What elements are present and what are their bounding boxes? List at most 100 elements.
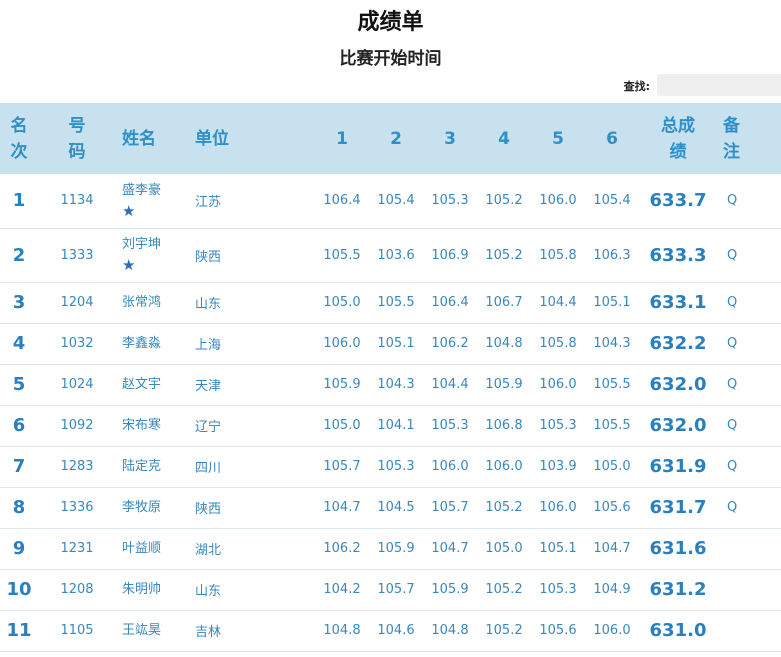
col-header-unit[interactable]: 单位 xyxy=(189,103,315,174)
cell-rank: 1 xyxy=(12,190,26,212)
results-table: 名次 号码 姓名 单位 1 2 3 4 5 6 总成绩 备注 1 1134 盛李豪 ★… xyxy=(0,103,781,652)
athlete-name: 朱明帅 xyxy=(122,581,162,597)
cell-note xyxy=(717,610,781,651)
cell-total: 631.7 xyxy=(649,497,707,518)
cell-unit: 山东 xyxy=(195,297,222,312)
cell-series-6: 104.9 xyxy=(593,582,631,597)
cell-name: 刘宇坤 ★ xyxy=(116,228,189,282)
cell-series-2: 103.6 xyxy=(377,247,415,263)
athlete-name: 张常鸿 xyxy=(122,294,162,310)
table-row: 1 1134 盛李豪 ★ 江苏 106.4 105.4 105.3 105.2 106.0 105.… xyxy=(0,174,781,228)
cell-series-2: 105.1 xyxy=(377,336,415,351)
col-header-series-6[interactable]: 6 xyxy=(585,103,639,174)
col-header-series-1[interactable]: 1 xyxy=(315,103,369,174)
cell-series-5: 103.9 xyxy=(539,459,577,474)
cell-note xyxy=(717,528,781,569)
cell-series-2: 105.3 xyxy=(377,459,415,474)
cell-rank: 3 xyxy=(12,292,26,313)
cell-series-1: 104.7 xyxy=(323,500,361,515)
cell-name: 宋布寒 xyxy=(116,405,189,446)
cell-rank: 9 xyxy=(12,538,26,559)
cell-series-4: 106.0 xyxy=(485,459,523,474)
cell-series-1: 105.9 xyxy=(323,377,361,392)
cell-series-3: 105.7 xyxy=(431,500,469,515)
cell-unit: 山东 xyxy=(195,584,222,599)
cell-name: 王竑昊 xyxy=(116,610,189,651)
col-header-series-3[interactable]: 3 xyxy=(423,103,477,174)
table-header-row: 名次 号码 姓名 单位 1 2 3 4 5 6 总成绩 备注 xyxy=(0,103,781,174)
cell-unit: 陕西 xyxy=(195,502,222,517)
cell-total: 631.0 xyxy=(649,620,707,641)
cell-rank: 11 xyxy=(6,620,32,641)
cell-series-6: 105.0 xyxy=(593,459,631,474)
cell-series-4: 105.0 xyxy=(485,541,523,556)
cell-total: 633.3 xyxy=(649,244,707,266)
cell-series-4: 105.2 xyxy=(485,193,523,209)
cell-name: 李牧原 xyxy=(116,487,189,528)
cell-series-3: 106.0 xyxy=(431,459,469,474)
cell-series-5: 105.1 xyxy=(539,541,577,556)
cell-series-3: 104.8 xyxy=(431,623,469,638)
cell-note: Q xyxy=(727,336,738,351)
cell-series-1: 104.2 xyxy=(323,582,361,597)
cell-series-6: 105.1 xyxy=(593,295,631,310)
cell-number: 1134 xyxy=(60,193,94,209)
cell-name: 李鑫淼 xyxy=(116,323,189,364)
cell-rank: 7 xyxy=(12,456,26,477)
table-row: 5 1024 赵文宇 天津 105.9 104.3 104.4 105.9 106.0 105.5… xyxy=(0,364,781,405)
table-row: 6 1092 宋布寒 辽宁 105.0 104.1 105.3 106.8 105.3 105.5… xyxy=(0,405,781,446)
cell-series-5: 104.4 xyxy=(539,295,577,310)
athlete-name: 陆定克 xyxy=(122,458,162,474)
cell-series-5: 106.0 xyxy=(539,193,577,209)
col-header-series-5[interactable]: 5 xyxy=(531,103,585,174)
page-subtitle: 比赛开始时间 xyxy=(339,49,442,69)
cell-rank: 6 xyxy=(12,415,26,436)
cell-series-4: 105.2 xyxy=(485,623,523,638)
cell-series-5: 105.3 xyxy=(539,582,577,597)
col-header-number[interactable]: 号码 xyxy=(38,103,116,174)
cell-note xyxy=(717,569,781,610)
cell-series-3: 104.4 xyxy=(431,377,469,392)
cell-number: 1204 xyxy=(60,295,94,310)
cell-series-3: 106.4 xyxy=(431,295,469,310)
col-header-series-4[interactable]: 4 xyxy=(477,103,531,174)
col-header-series-2[interactable]: 2 xyxy=(369,103,423,174)
athlete-name: 叶益顺 xyxy=(122,540,162,556)
table-row: 3 1204 张常鸿 山东 105.0 105.5 106.4 106.7 104.4 105.1… xyxy=(0,282,781,323)
cell-series-1: 105.7 xyxy=(323,459,361,474)
cell-series-4: 104.8 xyxy=(485,336,523,351)
table-row: 10 1208 朱明帅 山东 104.2 105.7 105.9 105.2 105.3 104.… xyxy=(0,569,781,610)
cell-number: 1231 xyxy=(60,541,94,556)
cell-note: Q xyxy=(727,247,738,263)
cell-series-3: 105.3 xyxy=(431,193,469,209)
cell-series-5: 105.8 xyxy=(539,336,577,351)
col-header-total[interactable]: 总成绩 xyxy=(639,103,717,174)
cell-series-2: 105.9 xyxy=(377,541,415,556)
table-row: 8 1336 李牧原 陕西 104.7 104.5 105.7 105.2 106.0 105.6… xyxy=(0,487,781,528)
cell-series-1: 106.2 xyxy=(323,541,361,556)
col-header-note[interactable]: 备注 xyxy=(717,103,781,174)
cell-name: 赵文宇 xyxy=(116,364,189,405)
cell-rank: 4 xyxy=(12,333,26,354)
cell-series-2: 104.5 xyxy=(377,500,415,515)
cell-series-6: 105.5 xyxy=(593,377,631,392)
cell-note: Q xyxy=(727,459,738,474)
search-input[interactable] xyxy=(657,74,781,96)
cell-series-5: 105.8 xyxy=(539,247,577,263)
cell-series-3: 105.9 xyxy=(431,582,469,597)
col-header-name[interactable]: 姓名 xyxy=(116,103,189,174)
cell-number: 1105 xyxy=(60,623,94,638)
cell-series-3: 104.7 xyxy=(431,541,469,556)
cell-unit: 江苏 xyxy=(195,195,222,211)
col-header-rank[interactable]: 名次 xyxy=(0,103,38,174)
cell-unit: 四川 xyxy=(195,461,222,476)
cell-series-4: 105.2 xyxy=(485,247,523,263)
cell-series-3: 106.2 xyxy=(431,336,469,351)
cell-series-1: 105.0 xyxy=(323,418,361,433)
cell-series-1: 106.0 xyxy=(323,336,361,351)
cell-name: 朱明帅 xyxy=(116,569,189,610)
cell-series-6: 104.7 xyxy=(593,541,631,556)
cell-total: 633.1 xyxy=(649,292,707,313)
cell-series-2: 105.7 xyxy=(377,582,415,597)
cell-series-6: 105.5 xyxy=(593,418,631,433)
